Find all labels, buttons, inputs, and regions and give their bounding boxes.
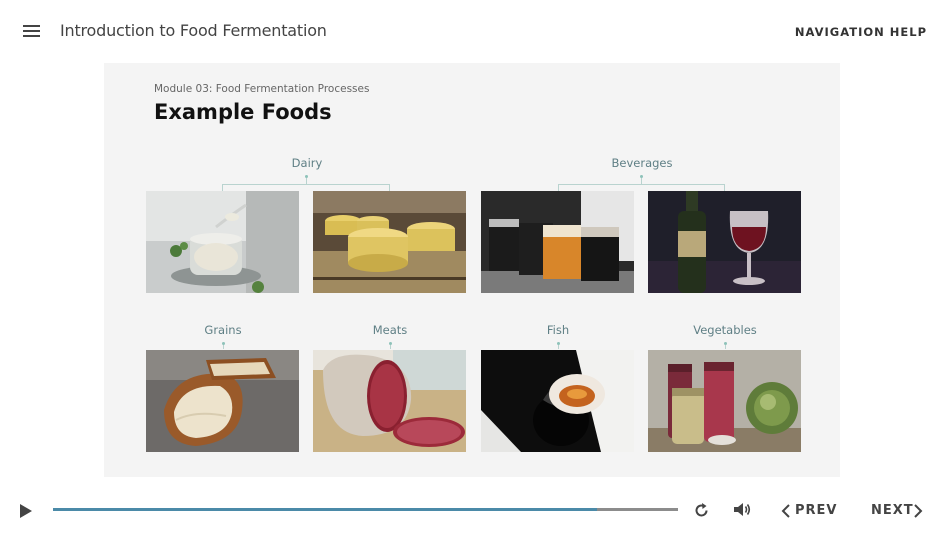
salami-image: [313, 350, 466, 452]
connector-line: [558, 184, 725, 185]
navigation-help-link[interactable]: NAVIGATION HELP: [795, 25, 927, 39]
cheese-image: [313, 191, 466, 293]
next-button[interactable]: NEXT: [871, 503, 914, 518]
slide-content: Module 03: Food Fermentation Processes E…: [104, 63, 840, 477]
group-label-meats: Meats: [372, 323, 408, 337]
volume-icon: [734, 503, 751, 516]
prev-button[interactable]: PREV: [795, 503, 837, 518]
beer-image: [481, 191, 634, 293]
connector-line: [390, 345, 391, 349]
fish-sauce-image: [481, 350, 634, 452]
connector-line: [222, 184, 223, 191]
top-bar: Introduction to Food Fermentation NAVIGA…: [0, 0, 947, 60]
group-label-beverages: Beverages: [611, 156, 673, 170]
group-label-vegetables: Vegetables: [693, 323, 757, 337]
prev-chevron-icon: [781, 504, 791, 523]
connector-line: [725, 345, 726, 349]
connector-line: [223, 345, 224, 349]
slide-title: Example Foods: [154, 100, 332, 124]
progress-bar[interactable]: [53, 508, 678, 511]
group-label-dairy: Dairy: [291, 156, 323, 170]
connector-line: [724, 184, 725, 191]
module-label: Module 03: Food Fermentation Processes: [154, 83, 370, 95]
replay-button[interactable]: [693, 502, 710, 524]
wine-image: [648, 191, 801, 293]
course-title: Introduction to Food Fermentation: [60, 21, 327, 40]
hamburger-menu-icon[interactable]: [22, 22, 42, 38]
pickled-vegetables-image: [648, 350, 801, 452]
progress-fill: [53, 508, 597, 511]
bread-image: [146, 350, 299, 452]
play-icon: [20, 504, 32, 518]
volume-button[interactable]: [733, 501, 752, 523]
play-button[interactable]: [18, 503, 34, 519]
yogurt-image: [146, 191, 299, 293]
group-label-grains: Grains: [204, 323, 242, 337]
connector-line: [558, 184, 559, 191]
connector-line: [222, 184, 390, 185]
next-chevron-icon: [913, 504, 923, 523]
group-label-fish: Fish: [546, 323, 570, 337]
connector-line: [558, 345, 559, 349]
replay-icon: [695, 503, 708, 517]
connector-line: [389, 184, 390, 191]
